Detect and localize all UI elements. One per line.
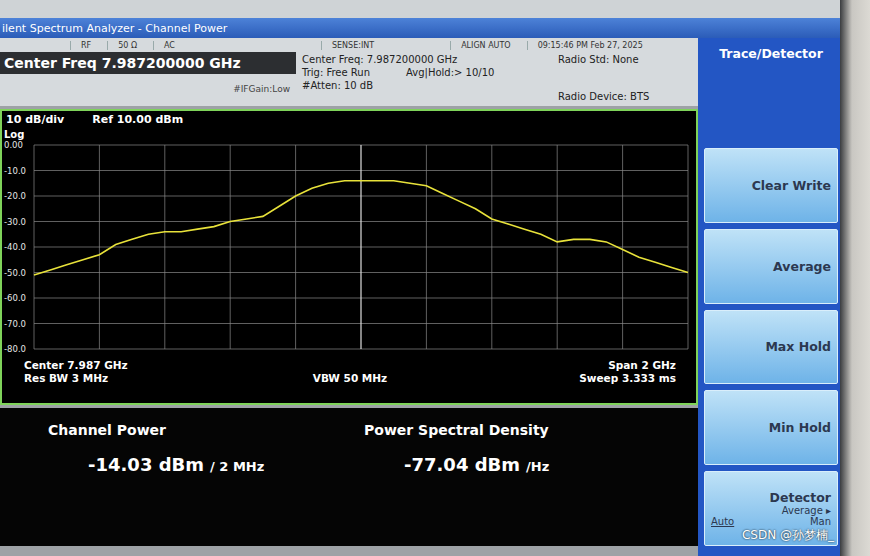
- grid-column: [622, 145, 623, 349]
- y-tick: -20.0: [4, 191, 26, 201]
- sweep-label: Sweep 3.333 ms: [459, 372, 676, 384]
- setting: #Atten: 10 dB: [302, 80, 373, 91]
- scale-type: Log: [4, 129, 24, 140]
- trace-line: [34, 181, 688, 275]
- main-column: RF 50 Ω AC SENSE:INT ALIGN AUTO 09:15:46 PM F…: [0, 38, 698, 556]
- info-bar: RF 50 Ω AC SENSE:INT ALIGN AUTO 09:15:46 PM F…: [0, 38, 698, 106]
- grid-column: [230, 145, 231, 349]
- softkey-button[interactable]: Min Hold: [704, 390, 838, 465]
- result-value: -14.03 dBm/ 2 MHz: [48, 454, 364, 475]
- grid-row: -70.0: [4, 319, 688, 329]
- screen: ilent Spectrum Analyzer - Channel PowerR…: [0, 18, 840, 556]
- ref-label: Ref 10.00 dBm: [92, 113, 183, 129]
- grid-column: [557, 145, 558, 349]
- rbw-label: Res BW 3 MHz: [24, 372, 241, 384]
- y-tick: -10.0: [4, 166, 26, 176]
- setting: Trig: Free Run: [302, 67, 370, 78]
- plot-panel: 10 dB/div Ref 10.00 dBm Log0.00 -10.0 -20.0 -…: [0, 109, 698, 405]
- status-cell: 50 Ω: [107, 41, 147, 50]
- result: Power Spectral Density -77.04 dBm/Hz: [364, 422, 698, 546]
- softkey-panel: Trace/DetectorClear WriteAverageMax Hold…: [698, 38, 840, 556]
- result-unit: / 2 MHz: [210, 459, 264, 474]
- plot-header: 10 dB/div Ref 10.00 dBm: [2, 111, 696, 129]
- freq-column: Center Freq 7.987200000 GHz#IFGain:Low: [0, 52, 296, 106]
- detector-options: Auto Man: [711, 516, 831, 527]
- grid-column: [688, 145, 689, 349]
- results-panel: Channel Power -14.03 dBm/ 2 MHzPower Spec…: [0, 408, 698, 546]
- plot-footer: Center 7.987 GHz Span 2 GHz Res BW 3 MHzVB…: [2, 357, 696, 384]
- radio-line: Radio Std: None: [558, 54, 698, 65]
- status-cell: ALIGN AUTO: [450, 41, 521, 50]
- right-bezel: [840, 0, 870, 556]
- grid-row: -80.0: [4, 344, 688, 354]
- top-bezel: [0, 0, 870, 18]
- softkey-button[interactable]: Average: [704, 229, 838, 304]
- detector-option[interactable]: Auto: [711, 516, 734, 527]
- status-cell: SENSE:INT: [321, 41, 384, 50]
- result-unit: /Hz: [526, 459, 549, 474]
- span-label: Span 2 GHz: [459, 359, 676, 371]
- result-label: Power Spectral Density: [364, 422, 698, 438]
- grid-column: [491, 145, 492, 349]
- softkey-button[interactable]: Clear Write: [704, 148, 838, 223]
- grid-column: [164, 145, 165, 349]
- grid-row: -30.0: [4, 217, 688, 227]
- title-bar: ilent Spectrum Analyzer - Channel Power: [0, 18, 840, 38]
- status-cell: AC: [153, 41, 185, 50]
- setting-line: Trig: Free Run Avg|Hold:> 10/10: [302, 67, 558, 78]
- if-gain: #IFGain:Low: [0, 74, 296, 94]
- grid-column: [34, 145, 35, 349]
- info-main: Center Freq 7.987200000 GHz#IFGain:LowCe…: [0, 52, 698, 106]
- grid-row: -20.0: [4, 191, 688, 201]
- result: Channel Power -14.03 dBm/ 2 MHz: [48, 422, 364, 546]
- grid-row: -10.0: [4, 166, 688, 176]
- spectrum-chart: Log0.00 -10.0 -20.0 -30.0 -40.0 -50.0 -60.0 -70…: [2, 129, 692, 357]
- y-tick: -60.0: [4, 293, 26, 303]
- settings: Center Freq: 7.987200000 GHz Trig: Free R…: [296, 52, 558, 106]
- radio-line: Radio Device: BTS: [558, 91, 698, 102]
- monitor: ilent Spectrum Analyzer - Channel PowerR…: [0, 0, 870, 556]
- center-freq[interactable]: Center Freq 7.987200000 GHz: [0, 52, 296, 74]
- status-row: RF 50 Ω AC SENSE:INT ALIGN AUTO 09:15:46 PM F…: [0, 38, 698, 52]
- softkey-button[interactable]: Max Hold: [704, 310, 838, 385]
- grid-row: -50.0: [4, 268, 688, 278]
- y-tick: -50.0: [4, 268, 26, 278]
- radio-info: Radio Std: None Radio Device: BTS: [558, 52, 698, 106]
- detector-value: Average ▸: [782, 505, 831, 516]
- grid-column: [426, 145, 427, 349]
- y-tick: -70.0: [4, 319, 26, 329]
- watermark: CSDN @孙梦楠_: [742, 527, 834, 544]
- grid-row: -60.0: [4, 293, 688, 303]
- grid-column: [360, 145, 361, 349]
- setting-line: Center Freq: 7.987200000 GHz: [302, 54, 558, 65]
- result-value: -77.04 dBm/Hz: [364, 454, 698, 475]
- setting: Avg|Hold:> 10/10: [406, 67, 494, 78]
- status-cell: RF: [70, 41, 101, 50]
- result-label: Channel Power: [48, 422, 364, 438]
- y-tick: -40.0: [4, 242, 26, 252]
- detector-option[interactable]: Man: [810, 516, 831, 527]
- center-label: Center 7.987 GHz: [24, 359, 241, 371]
- softkey-title: Trace/Detector: [704, 46, 838, 142]
- setting-line: #Atten: 10 dB: [302, 80, 558, 91]
- body: RF 50 Ω AC SENSE:INT ALIGN AUTO 09:15:46 PM F…: [0, 38, 840, 556]
- grid-column: [295, 145, 296, 349]
- y-tick: 0.00: [4, 140, 23, 150]
- status-cell: 09:15:46 PM Feb 27, 2025: [527, 41, 653, 50]
- setting: Center Freq: 7.987200000 GHz: [302, 54, 457, 65]
- vbw-label: VBW 50 MHz: [241, 372, 458, 384]
- grid-column: [99, 145, 100, 349]
- y-tick: -80.0: [4, 344, 26, 354]
- grid-row: 0.00: [4, 140, 688, 150]
- scale-label: 10 dB/div: [6, 113, 64, 129]
- y-tick: -30.0: [4, 217, 26, 227]
